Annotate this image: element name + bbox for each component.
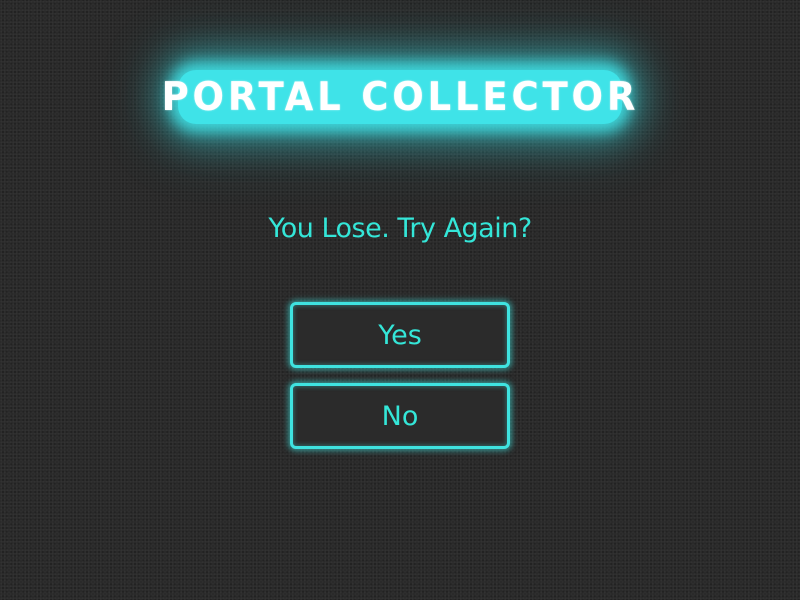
no-button[interactable]: No [290, 383, 510, 449]
game-title-banner: PORTAL COLLECTOR [0, 62, 800, 132]
yes-button[interactable]: Yes [290, 302, 510, 368]
game-over-prompt: You Lose. Try Again? [268, 213, 532, 244]
game-title: PORTAL COLLECTOR [161, 74, 639, 120]
